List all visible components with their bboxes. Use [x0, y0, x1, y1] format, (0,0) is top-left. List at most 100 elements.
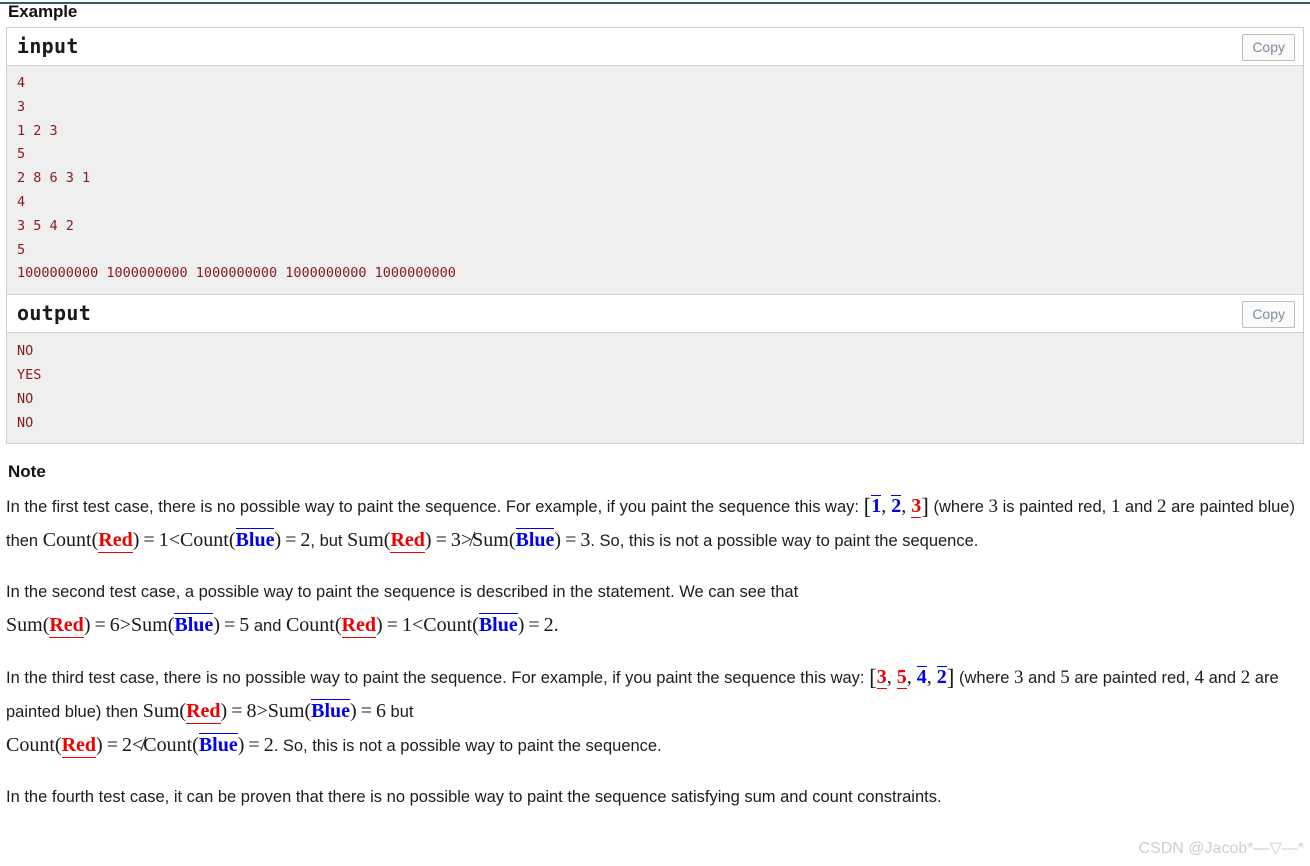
note-p3-text-2: (where: [954, 669, 1015, 688]
note-p4-text-1: In the fourth test case, it can be prove…: [6, 788, 942, 807]
equals-sign: =: [528, 614, 540, 637]
relation-greater-than: >: [119, 614, 132, 637]
note-heading: Note: [8, 462, 46, 482]
bracket-close: ]: [921, 494, 929, 520]
value: 6: [109, 614, 120, 637]
fn-name: Count: [285, 614, 335, 637]
fn-name: Count: [179, 529, 229, 552]
note-p1-text-6: , but: [310, 532, 348, 551]
note-paragraph-2: In the second test case, a possible way …: [6, 576, 1304, 643]
note-paragraph-1: In the first test case, there is no poss…: [6, 490, 1304, 558]
red-label: Red: [390, 529, 425, 554]
input-title: input: [17, 34, 79, 58]
equals-sign: =: [94, 614, 106, 637]
input-header: input Copy: [7, 28, 1303, 66]
equals-sign: =: [565, 529, 577, 552]
math-count-red-3: Count(Red) = 2: [6, 734, 132, 759]
bracket-open: [: [869, 665, 877, 691]
value: 8: [246, 700, 257, 723]
output-header: output Copy: [7, 295, 1303, 334]
equals-sign: =: [106, 734, 118, 757]
note-paragraph-4: In the fourth test case, it can be prove…: [6, 781, 1304, 814]
value: 1: [158, 529, 169, 552]
fn-name: Count: [6, 734, 55, 757]
relation-less-than: <: [411, 614, 424, 637]
fn-name: Count: [42, 529, 92, 552]
math-count-red-1: Count(Red) = 1: [42, 529, 169, 554]
seq-item-blue: 4: [916, 666, 927, 689]
note-p3-text-1: In the third test case, there is no poss…: [6, 669, 870, 688]
value: 2: [543, 614, 554, 637]
math-count-red-2: Count(Red) = 1: [285, 614, 412, 639]
equals-sign: =: [248, 734, 260, 757]
blue-label: Blue: [478, 613, 518, 637]
seq-separator: ,: [906, 666, 917, 689]
input-block: input Copy 4 3 1 2 3 5 2 8 6 3 1 4 3 5 4…: [7, 28, 1303, 296]
bracket-open: [: [863, 494, 872, 520]
seq-item-red: 3: [911, 495, 922, 519]
note-p1-sequence: [1, 2, 3]: [863, 494, 929, 520]
note-p2-period: .: [553, 614, 559, 637]
seq-item-blue: 1: [871, 495, 882, 518]
math-sum-blue-3: Sum(Blue) = 6: [267, 699, 386, 723]
seq-item-red: 3: [876, 666, 887, 690]
note-p3-text-8: . So, this is not a possible way to pain…: [273, 737, 662, 756]
note-p3-sequence: [3, 5, 4, 2]: [869, 665, 954, 691]
equals-sign: =: [386, 614, 398, 637]
math-sum-red-2: Sum(Red) = 6: [6, 614, 120, 639]
value: 5: [239, 614, 250, 637]
value: 3: [580, 529, 591, 552]
blue-label: Blue: [174, 613, 214, 637]
fn-name: Sum: [472, 529, 509, 552]
input-code[interactable]: 4 3 1 2 3 5 2 8 6 3 1 4 3 5 4 2 5 100000…: [17, 72, 1293, 286]
value: 6: [375, 700, 386, 723]
value: 2: [300, 529, 311, 552]
note-section: Note In the first test case, there is no…: [6, 462, 1304, 814]
seq-item-red: 5: [896, 666, 907, 690]
relation-less-than: <: [168, 529, 180, 552]
seq-separator: ,: [926, 666, 937, 689]
note-p1-number-3: 3: [988, 496, 999, 518]
note-paragraph-3: In the third test case, there is no poss…: [6, 661, 1304, 763]
fn-name: Sum: [267, 700, 305, 723]
output-title: output: [17, 301, 92, 326]
copy-output-button[interactable]: Copy: [1242, 301, 1295, 329]
note-p1-text-1: In the first test case, there is no poss…: [6, 498, 864, 517]
note-p3-text-7: but: [385, 703, 414, 722]
value: 2: [121, 734, 132, 757]
math-sum-blue-1: Sum(Blue) = 3: [472, 528, 591, 552]
red-label: Red: [61, 734, 97, 759]
equals-sign: =: [231, 700, 243, 723]
math-count-blue-3: Count(Blue) = 2: [143, 733, 274, 757]
output-block: output Copy NO YES NO NO: [7, 295, 1303, 445]
seq-item-blue: 2: [891, 495, 902, 518]
note-p3-text-3: and: [1023, 669, 1061, 688]
fn-name: Sum: [347, 529, 384, 552]
seq-separator: ,: [901, 495, 912, 518]
note-p3-number-4: 4: [1194, 667, 1204, 689]
math-sum-red-1: Sum(Red) = 3: [347, 529, 461, 554]
note-p2-text-1: In the second test case, a possible way …: [6, 583, 799, 602]
note-p1-text-7: . So, this is not a possible way to pain…: [590, 532, 979, 551]
note-p1-text-3: is painted red,: [998, 498, 1111, 517]
problem-page: Example input Copy 4 3 1 2 3 5 2 8 6 3 1…: [0, 2, 1310, 814]
note-p3-number-2: 2: [1240, 667, 1251, 689]
math-sum-blue-2: Sum(Blue) = 5: [131, 613, 250, 637]
blue-label: Blue: [311, 699, 351, 723]
copy-input-button[interactable]: Copy: [1242, 34, 1295, 61]
note-p1-text-2: (where: [928, 498, 989, 517]
note-p1-number-1: 1: [1110, 496, 1121, 518]
note-p1-text-4: and: [1120, 498, 1158, 517]
value: 3: [450, 529, 461, 552]
math-sum-red-3: Sum(Red) = 8: [142, 700, 257, 725]
seq-separator: ,: [886, 666, 897, 689]
red-label: Red: [98, 529, 133, 554]
math-count-blue-1: Count(Blue) = 2: [179, 528, 311, 552]
input-body: 4 3 1 2 3 5 2 8 6 3 1 4 3 5 4 2 5 100000…: [7, 66, 1303, 295]
output-code[interactable]: NO YES NO NO: [17, 339, 1293, 435]
red-label: Red: [186, 700, 221, 725]
note-p3-number-5: 5: [1060, 667, 1070, 689]
math-count-blue-2: Count(Blue) = 2: [423, 613, 554, 637]
fn-name: Count: [423, 614, 473, 637]
note-p3-number-3: 3: [1014, 667, 1024, 689]
